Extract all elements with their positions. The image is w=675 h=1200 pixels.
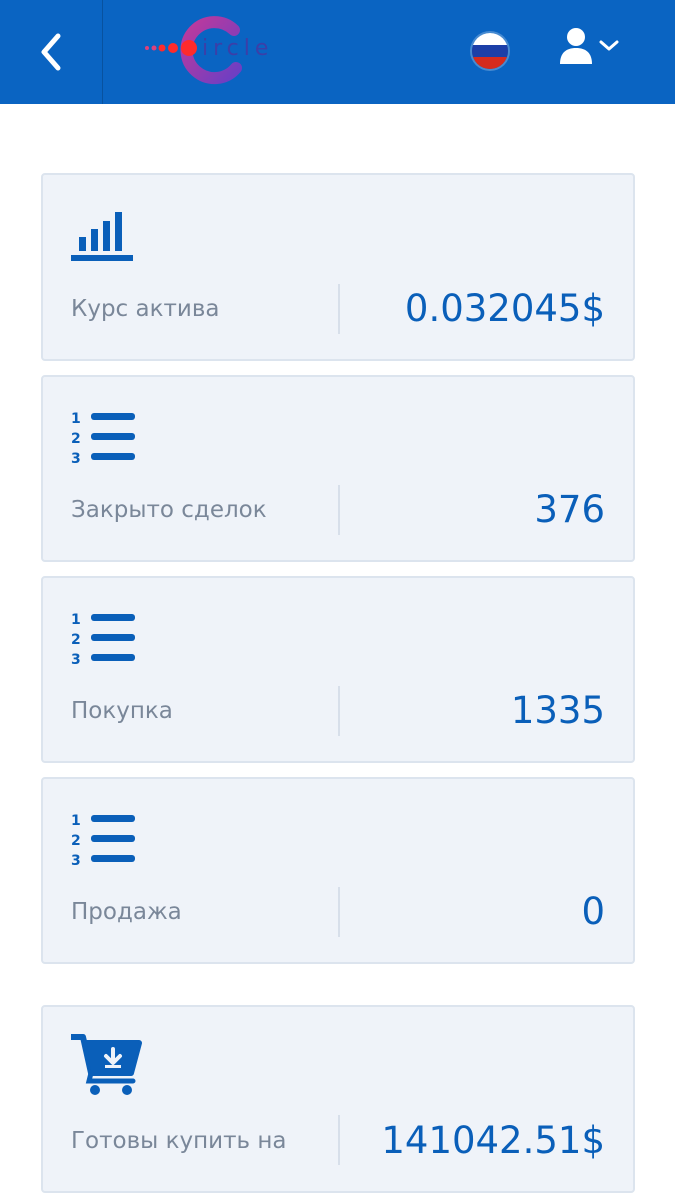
stat-card-purchase: 1 2 3 Покупка 1335 — [41, 576, 635, 763]
stat-label: Закрыто сделок — [71, 497, 267, 523]
svg-text:1: 1 — [71, 411, 81, 427]
stat-value: 376 — [534, 488, 605, 531]
user-menu-button[interactable] — [558, 22, 624, 70]
language-flag-russia[interactable] — [472, 33, 508, 69]
stat-label: Продажа — [71, 899, 182, 925]
numbered-list-icon: 1 2 3 — [71, 411, 135, 465]
svg-text:3: 3 — [71, 451, 81, 465]
stat-label: Покупка — [71, 698, 173, 724]
divider — [338, 887, 340, 937]
stat-card-asset-rate: Курс актива 0.032045$ — [41, 173, 635, 361]
stat-label: Курс актива — [71, 296, 220, 322]
stat-card-ready-to-buy: Готовы купить на 141042.51$ — [41, 1005, 635, 1193]
svg-text:2: 2 — [71, 431, 81, 447]
chevron-left-icon — [41, 33, 61, 71]
divider — [338, 686, 340, 736]
logo-text: ircle — [202, 36, 274, 61]
svg-text:2: 2 — [71, 833, 81, 849]
cart-download-icon — [71, 1034, 142, 1095]
numbered-list-icon: 1 2 3 — [71, 813, 135, 867]
stat-card-closed-deals: 1 2 3 Закрыто сделок 376 — [41, 375, 635, 562]
divider — [338, 1115, 340, 1165]
stat-value: 0 — [581, 890, 605, 933]
app-header: ircle — [0, 0, 675, 104]
stat-value: 141042.51$ — [381, 1119, 605, 1162]
stat-value: 1335 — [510, 689, 605, 732]
user-icon — [560, 28, 592, 64]
back-button[interactable] — [0, 0, 103, 104]
svg-text:3: 3 — [71, 853, 81, 867]
divider — [338, 284, 340, 334]
stat-card-sale: 1 2 3 Продажа 0 — [41, 777, 635, 964]
circle-logo[interactable]: ircle — [142, 10, 302, 90]
svg-text:3: 3 — [71, 652, 81, 666]
stat-value: 0.032045$ — [404, 287, 605, 330]
svg-text:1: 1 — [71, 612, 81, 628]
stat-label: Готовы купить на — [71, 1128, 287, 1154]
svg-text:2: 2 — [71, 632, 81, 648]
divider — [338, 485, 340, 535]
svg-text:1: 1 — [71, 813, 81, 829]
bar-chart-icon — [71, 212, 133, 261]
chevron-down-icon — [599, 40, 619, 51]
numbered-list-icon: 1 2 3 — [71, 612, 135, 666]
